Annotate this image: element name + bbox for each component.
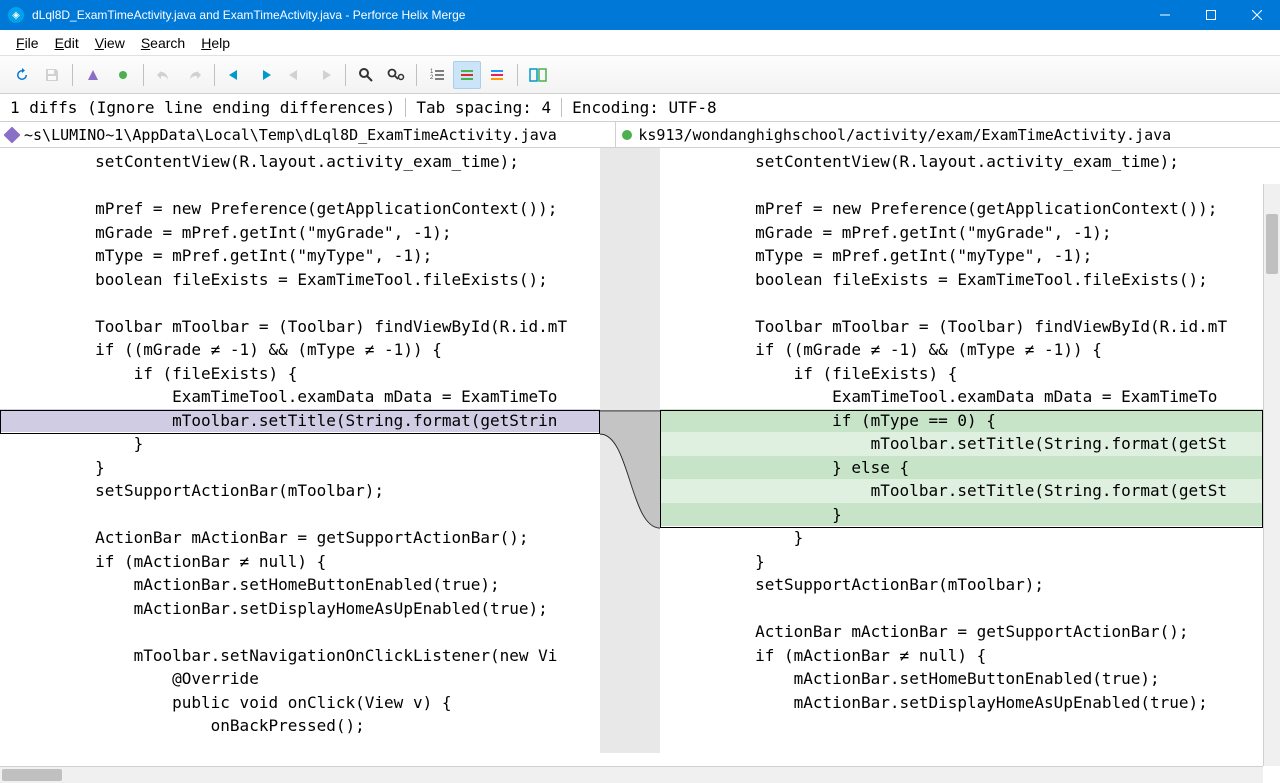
code-line[interactable]: if (fileExists) { (660, 362, 1280, 386)
code-line[interactable]: } (660, 550, 1280, 574)
code-line[interactable]: Toolbar mToolbar = (Toolbar) findViewByI… (660, 315, 1280, 339)
file-tab-right[interactable]: ks913/wondanghighschool/activity/exam/Ex… (615, 122, 1280, 147)
refresh-button[interactable] (8, 61, 36, 89)
code-line[interactable]: mGrade = mPref.getInt("myGrade", -1); (0, 221, 600, 245)
code-line[interactable]: mType = mPref.getInt("myType", -1); (0, 244, 600, 268)
code-line[interactable]: mToolbar.setTitle(String.format(getStrin (0, 409, 600, 433)
horizontal-scroll-thumb[interactable] (2, 769, 62, 781)
code-line[interactable]: Toolbar mToolbar = (Toolbar) findViewByI… (0, 315, 600, 339)
maximize-button[interactable] (1188, 0, 1234, 30)
inline-diff-button[interactable] (453, 61, 481, 89)
code-line[interactable]: mPref = new Preference(getApplicationCon… (0, 197, 600, 221)
app-icon: ◈ (8, 7, 24, 23)
menu-search[interactable]: Search (133, 33, 193, 53)
prev-diff-marker-button[interactable] (79, 61, 107, 89)
code-line[interactable]: ExamTimeTool.examData mData = ExamTimeTo (0, 385, 600, 409)
code-line[interactable]: if (fileExists) { (0, 362, 600, 386)
code-line[interactable]: @Override (0, 667, 600, 691)
file-path-left: ~s\LUMINO~1\AppData\Local\Temp\dLql8D_Ex… (24, 126, 557, 144)
next-diff-marker-button[interactable] (109, 61, 137, 89)
file-path-right: ks913/wondanghighschool/activity/exam/Ex… (638, 126, 1171, 144)
diff-gutter (600, 148, 660, 753)
find-button[interactable] (352, 61, 380, 89)
svg-text:2: 2 (430, 75, 434, 81)
file-tabs: ~s\LUMINO~1\AppData\Local\Temp\dLql8D_Ex… (0, 122, 1280, 148)
code-line[interactable]: mActionBar.setDisplayHomeAsUpEnabled(tru… (0, 597, 600, 621)
code-line[interactable]: ActionBar mActionBar = getSupportActionB… (0, 526, 600, 550)
circle-icon (622, 130, 632, 140)
code-line[interactable] (660, 714, 1280, 738)
status-tab: Tab spacing: 4 (406, 98, 562, 117)
syntax-highlight-button[interactable] (483, 61, 511, 89)
code-line[interactable]: } (660, 503, 1280, 527)
right-pane[interactable]: setContentView(R.layout.activity_exam_ti… (660, 148, 1280, 753)
code-line[interactable]: boolean fileExists = ExamTimeTool.fileEx… (0, 268, 600, 292)
horizontal-scrollbar[interactable] (0, 766, 1263, 783)
left-pane[interactable]: setContentView(R.layout.activity_exam_ti… (0, 148, 600, 753)
diamond-icon (4, 126, 21, 143)
toolbar: 12 (0, 56, 1280, 94)
code-line[interactable]: public void onClick(View v) { (0, 691, 600, 715)
minimize-button[interactable] (1142, 0, 1188, 30)
titlebar: ◈ dLql8D_ExamTimeActivity.java and ExamT… (0, 0, 1280, 30)
status-encoding: Encoding: UTF-8 (562, 98, 727, 117)
code-line[interactable]: if (mType == 0) { (660, 409, 1280, 433)
prev-diff-button[interactable] (221, 61, 249, 89)
code-line[interactable] (660, 291, 1280, 315)
code-line[interactable] (0, 291, 600, 315)
code-line[interactable]: ExamTimeTool.examData mData = ExamTimeTo (660, 385, 1280, 409)
file-tab-left[interactable]: ~s\LUMINO~1\AppData\Local\Temp\dLql8D_Ex… (0, 122, 615, 147)
code-line[interactable]: } (0, 456, 600, 480)
code-line[interactable]: mToolbar.setNavigationOnClickListener(ne… (0, 644, 600, 668)
menu-help[interactable]: Help (193, 33, 238, 53)
code-line[interactable]: mGrade = mPref.getInt("myGrade", -1); (660, 221, 1280, 245)
code-line[interactable]: } (0, 432, 600, 456)
code-line[interactable]: mPref = new Preference(getApplicationCon… (660, 197, 1280, 221)
code-line[interactable]: mToolbar.setTitle(String.format(getSt (660, 479, 1280, 503)
save-button (38, 61, 66, 89)
undo-button (150, 61, 178, 89)
code-line[interactable] (0, 620, 600, 644)
vertical-scrollbar[interactable] (1263, 184, 1280, 766)
code-line[interactable]: onBackPressed(); (0, 714, 600, 738)
code-line[interactable]: if (mActionBar ≠ null) { (0, 550, 600, 574)
code-line[interactable]: if ((mGrade ≠ -1) && (mType ≠ -1)) { (660, 338, 1280, 362)
code-line[interactable]: setSupportActionBar(mToolbar); (0, 479, 600, 503)
menu-file[interactable]: File (8, 33, 47, 53)
code-line[interactable] (0, 503, 600, 527)
code-line[interactable]: setContentView(R.layout.activity_exam_ti… (660, 150, 1280, 174)
code-line[interactable]: mToolbar.setTitle(String.format(getSt (660, 432, 1280, 456)
diff-area: setContentView(R.layout.activity_exam_ti… (0, 148, 1280, 753)
vertical-scroll-thumb[interactable] (1266, 214, 1278, 274)
next-conflict-button (311, 61, 339, 89)
code-line[interactable]: ActionBar mActionBar = getSupportActionB… (660, 620, 1280, 644)
close-button[interactable] (1234, 0, 1280, 30)
menu-view[interactable]: View (87, 33, 133, 53)
next-diff-button[interactable] (251, 61, 279, 89)
code-line[interactable]: mActionBar.setHomeButtonEnabled(true); (0, 573, 600, 597)
menu-edit[interactable]: Edit (47, 33, 87, 53)
code-line[interactable]: if (mActionBar ≠ null) { (660, 644, 1280, 668)
code-line[interactable]: mType = mPref.getInt("myType", -1); (660, 244, 1280, 268)
code-line[interactable] (660, 174, 1280, 198)
code-line[interactable]: if ((mGrade ≠ -1) && (mType ≠ -1)) { (0, 338, 600, 362)
menubar: File Edit View Search Help (0, 30, 1280, 56)
code-line[interactable]: } else { (660, 456, 1280, 480)
code-line[interactable]: boolean fileExists = ExamTimeTool.fileEx… (660, 268, 1280, 292)
code-line[interactable] (0, 174, 600, 198)
code-line[interactable]: } (660, 526, 1280, 550)
code-line[interactable]: setSupportActionBar(mToolbar); (660, 573, 1280, 597)
code-line[interactable]: mActionBar.setDisplayHomeAsUpEnabled(tru… (660, 691, 1280, 715)
status-bar: 1 diffs (Ignore line ending differences)… (0, 94, 1280, 122)
window-title: dLql8D_ExamTimeActivity.java and ExamTim… (32, 8, 1142, 22)
code-line[interactable] (660, 597, 1280, 621)
redo-button (180, 61, 208, 89)
status-diffs: 1 diffs (Ignore line ending differences) (0, 98, 406, 117)
prev-conflict-button (281, 61, 309, 89)
side-by-side-button[interactable] (524, 61, 552, 89)
find-replace-button[interactable] (382, 61, 410, 89)
line-numbers-button[interactable]: 12 (423, 61, 451, 89)
code-line[interactable]: setContentView(R.layout.activity_exam_ti… (0, 150, 600, 174)
code-line[interactable]: mActionBar.setHomeButtonEnabled(true); (660, 667, 1280, 691)
